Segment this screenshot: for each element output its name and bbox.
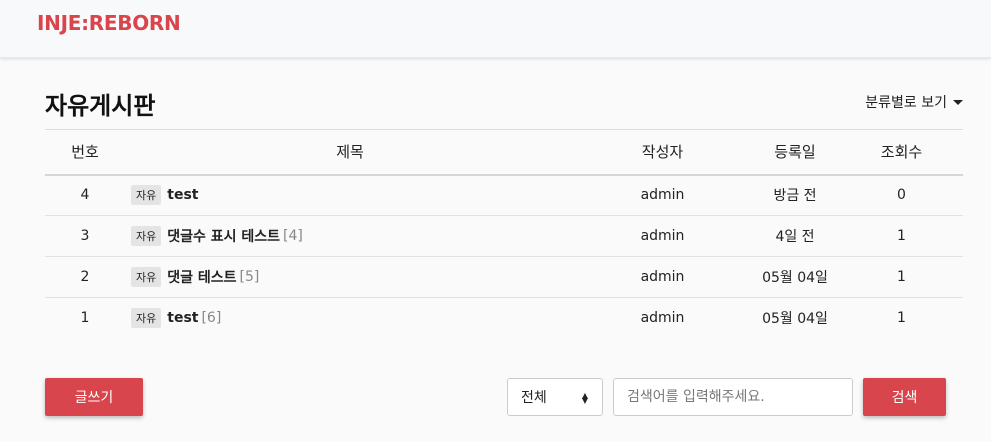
- table-row[interactable]: 3 자유 댓글수 표시 테스트 [4] admin 4일 전 1: [45, 215, 963, 257]
- post-author: admin: [575, 256, 750, 298]
- search-input[interactable]: [613, 378, 853, 416]
- post-title-link[interactable]: test: [167, 310, 198, 326]
- post-number: 1: [80, 310, 90, 327]
- search-button[interactable]: 검색: [863, 378, 946, 416]
- category-filter-label: 분류별로 보기: [865, 95, 947, 111]
- write-post-button[interactable]: 글쓰기: [45, 378, 143, 416]
- post-views: 1: [840, 215, 963, 257]
- navbar: INJE:REBORN: [0, 0, 991, 58]
- post-number: 4: [45, 174, 125, 216]
- post-title-cell[interactable]: 자유 댓글 테스트 [5]: [125, 256, 575, 298]
- category-tag: 자유: [131, 267, 162, 287]
- search-scope-value: 전체: [521, 390, 547, 406]
- post-date: 05월 04일: [750, 256, 840, 298]
- comment-count: [5]: [239, 269, 260, 285]
- post-number: 2: [45, 256, 125, 298]
- post-author: admin: [575, 215, 750, 257]
- post-author: admin: [640, 310, 685, 327]
- comment-count: [4]: [283, 228, 303, 244]
- post-number: 3: [45, 215, 125, 257]
- post-author: admin: [575, 174, 750, 216]
- column-header-views: 조회수: [840, 129, 963, 176]
- post-title-cell[interactable]: 자유 댓글수 표시 테스트 [4]: [125, 215, 575, 257]
- column-header-number: 번호: [45, 129, 125, 176]
- category-filter-dropdown[interactable]: 분류별로 보기: [865, 92, 963, 112]
- column-header-author: 작성자: [575, 129, 750, 176]
- select-arrows-icon: ▲ ▼: [581, 391, 588, 405]
- post-title-cell[interactable]: 자유 test [6]: [125, 298, 575, 339]
- post-date: 4일 전: [750, 215, 840, 257]
- table-row[interactable]: 4 자유 test admin 방금 전 0: [45, 174, 963, 216]
- post-title-link[interactable]: 댓글 테스트: [167, 270, 236, 286]
- category-tag: 자유: [131, 185, 162, 206]
- page-title: 자유게시판: [45, 92, 156, 120]
- table-row[interactable]: 1 자유 test [6] admin 05월 04일 1: [45, 298, 963, 339]
- column-header-date: 등록일: [750, 129, 840, 176]
- category-tag: 자유: [131, 226, 162, 246]
- table-row[interactable]: 2 자유 댓글 테스트 [5] admin 05월 04일 1: [45, 256, 963, 298]
- post-views: 1: [840, 256, 963, 298]
- table-header-row: 번호 제목 작성자 등록일 조회수: [45, 129, 963, 176]
- post-date: 05월 04일: [762, 311, 828, 328]
- post-title-cell[interactable]: 자유 test: [125, 174, 575, 216]
- post-title-link[interactable]: 댓글수 표시 테스트: [167, 229, 280, 245]
- caret-down-icon: [953, 99, 963, 105]
- post-views: 1: [897, 310, 906, 327]
- post-views: 0: [840, 174, 963, 216]
- post-table: 번호 제목 작성자 등록일 조회수 4 자유 test admin 방금 전 0 …: [45, 129, 963, 339]
- post-date: 방금 전: [750, 174, 840, 216]
- comment-count: [6]: [201, 310, 222, 327]
- category-tag: 자유: [131, 308, 162, 329]
- column-header-title: 제목: [125, 129, 575, 176]
- brand-logo[interactable]: INJE:REBORN: [37, 11, 181, 35]
- post-title-link[interactable]: test: [167, 187, 198, 203]
- search-scope-select[interactable]: 전체 ▲ ▼: [507, 378, 603, 416]
